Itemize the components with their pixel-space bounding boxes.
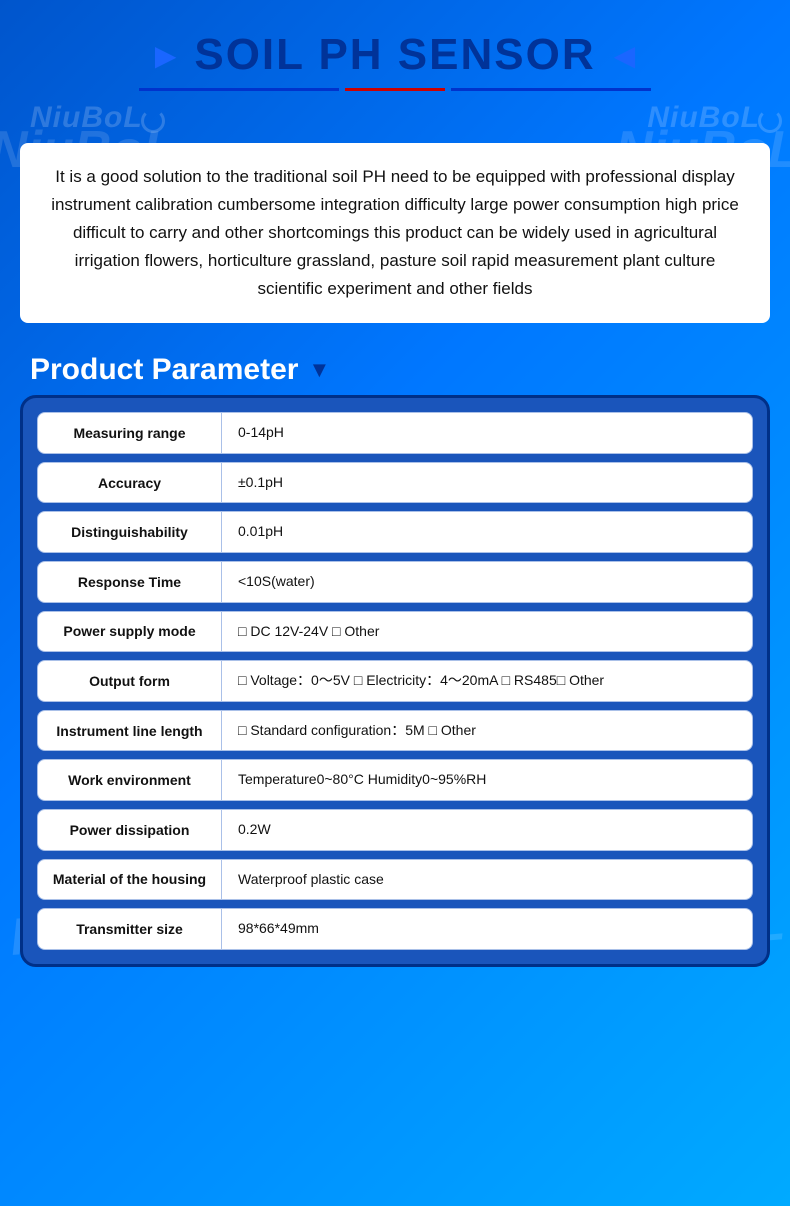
param-heading-row: Product Parameter ▼ [20,343,770,391]
table-cell-label: Power supply mode [37,611,222,653]
divider [20,88,770,91]
table-row: Power supply mode□ DC 12V-24V □ Other [37,611,753,653]
divider-line-left [139,88,339,91]
table-row: Distinguishability0.01pH [37,511,753,553]
right-arrow-icon: ◀ [614,39,636,72]
table-row: Response Time<10S(water) [37,561,753,603]
table-cell-label: Response Time [37,561,222,603]
divider-line-red [345,88,445,91]
table-row: Power dissipation0.2W [37,809,753,851]
table-cell-value: Waterproof plastic case [222,859,753,901]
table-cell-label: Material of the housing [37,859,222,901]
table-row: Instrument line length□ Standard configu… [37,710,753,752]
table-row: Transmitter size98*66*49mm [37,908,753,950]
table-cell-label: Accuracy [37,462,222,504]
table-row: Material of the housingWaterproof plasti… [37,859,753,901]
header: ▶ SOIL PH SENSOR ◀ [20,20,770,86]
table-cell-label: Work environment [37,759,222,801]
table-cell-label: Instrument line length [37,710,222,752]
table-cell-value: 0-14pH [222,412,753,454]
divider-line-right [451,88,651,91]
table-cell-value: Temperature0~80°C Humidity0~95%RH [222,759,753,801]
table-cell-label: Measuring range [37,412,222,454]
parameter-table: Measuring range0-14pHAccuracy±0.1pHDisti… [20,395,770,967]
table-row: Measuring range0-14pH [37,412,753,454]
table-cell-value: <10S(water) [222,561,753,603]
table-row: Accuracy±0.1pH [37,462,753,504]
table-cell-label: Output form [37,660,222,702]
brand-right: NiuBoL [647,101,760,135]
table-cell-value: ±0.1pH [222,462,753,504]
product-description: It is a good solution to the traditional… [20,143,770,323]
table-cell-value: □ Voltage：0～5V □ Electricity：4～20mA □ RS… [222,660,753,702]
table-cell-value: 0.2W [222,809,753,851]
table-cell-value: □ Standard configuration：5M □ Other [222,710,753,752]
description-text: It is a good solution to the traditional… [51,167,739,298]
brand-left: NiuBoL [30,101,143,135]
table-cell-label: Power dissipation [37,809,222,851]
table-cell-label: Transmitter size [37,908,222,950]
table-row: Output form□ Voltage：0～5V □ Electricity：… [37,660,753,702]
table-row: Work environmentTemperature0~80°C Humidi… [37,759,753,801]
param-heading: Product Parameter [30,353,298,387]
table-cell-value: 0.01pH [222,511,753,553]
param-arrow-icon: ▼ [308,357,330,383]
left-arrow-icon: ▶ [155,39,177,72]
page-title: SOIL PH SENSOR [194,30,595,80]
table-cell-label: Distinguishability [37,511,222,553]
brand-row: NiuBoL NiuBoL [20,101,770,135]
table-cell-value: 98*66*49mm [222,908,753,950]
table-cell-value: □ DC 12V-24V □ Other [222,611,753,653]
